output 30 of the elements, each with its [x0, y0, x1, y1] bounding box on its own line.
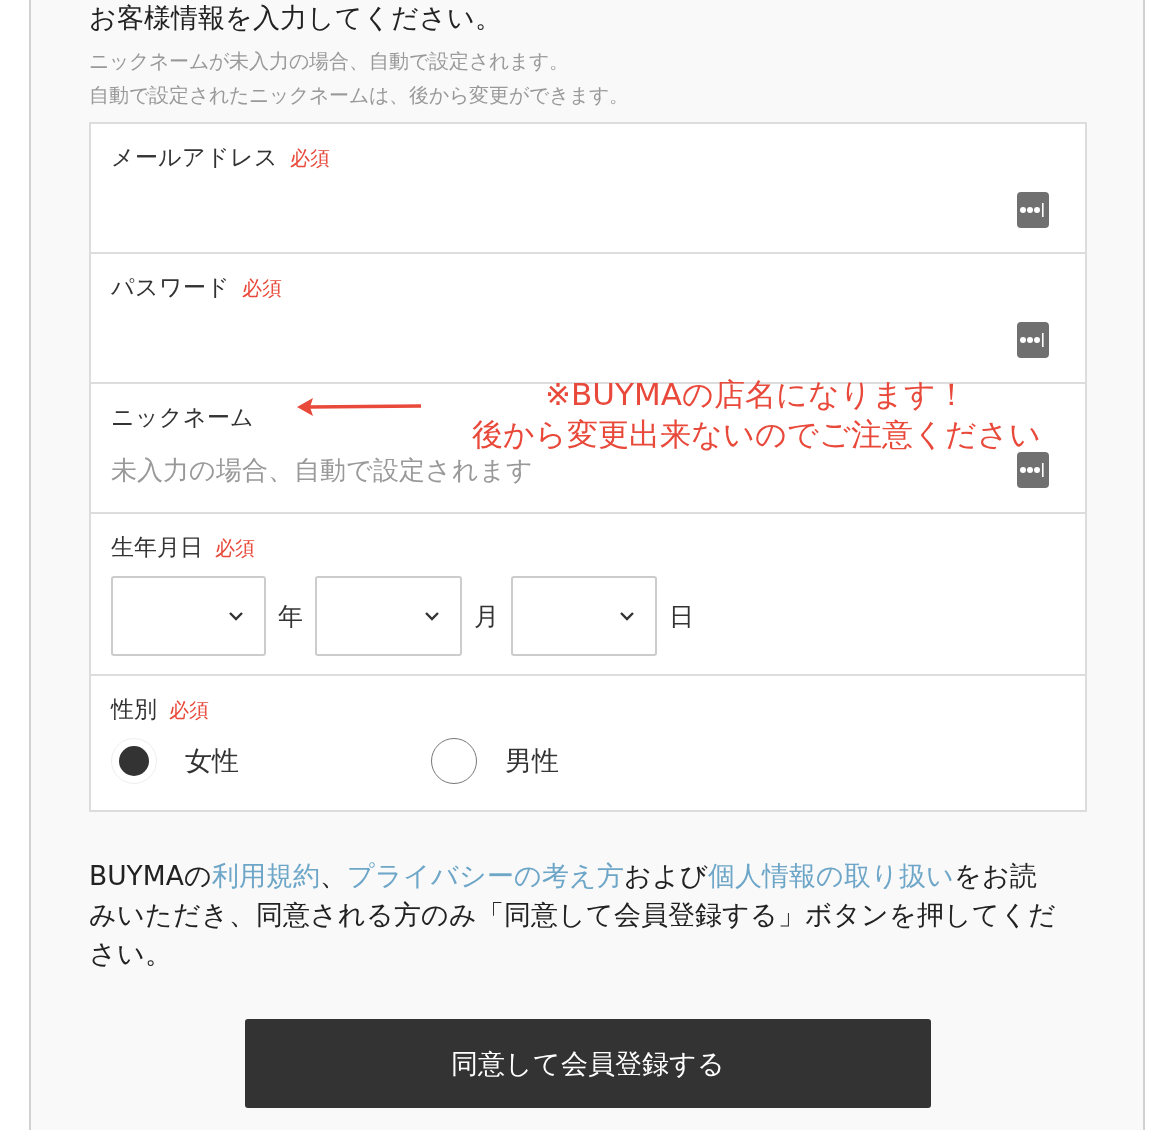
field-label: ニックネーム [111, 403, 254, 432]
date-unit-label: 年 [277, 600, 304, 633]
required-label: 必須 [242, 275, 282, 302]
register-button[interactable]: 同意して会員登録する [245, 1019, 931, 1108]
policy-link[interactable]: 個人情報の取り扱い [707, 860, 954, 891]
note-text: 自動で設定されたニックネームは、後から変更ができます。 [89, 82, 630, 109]
policy-link[interactable]: プライバシーの考え方 [346, 860, 624, 891]
password-manager-icon[interactable] [1017, 452, 1049, 488]
password-manager-icon[interactable] [1017, 322, 1049, 358]
radio-label: 女性 [185, 744, 239, 778]
chevron-down-icon [424, 611, 440, 621]
field-label: パスワード [111, 273, 230, 302]
chevron-down-icon [619, 611, 635, 621]
required-label: 必須 [169, 697, 209, 724]
policy-link[interactable]: 利用規約 [211, 860, 320, 891]
arrow-icon [295, 395, 423, 419]
date-unit-label: 日 [668, 600, 695, 633]
required-label: 必須 [215, 535, 255, 562]
radio-label: 男性 [505, 744, 559, 778]
field-label: 生年月日 [111, 533, 203, 562]
required-label: 必須 [290, 145, 330, 172]
chevron-down-icon [228, 611, 244, 621]
annotation-text: ※BUYMAの店名になります！ [545, 375, 967, 414]
date-unit-label: 月 [473, 600, 500, 633]
agreement-text: BUYMAの利用規約、プライバシーの考え方および個人情報の取り扱いをお読みいただき、同意される方のみ「同意して会員登録する」ボタンを押してください。 [89, 859, 1057, 971]
password-manager-icon[interactable] [1017, 192, 1049, 228]
note-text: ニックネームが未入力の場合、自動で設定されます。 [89, 48, 570, 75]
form-heading: お客様情報を入力してください。 [89, 1, 503, 35]
field-label: 性別 [111, 695, 157, 724]
field-label: メールアドレス [111, 143, 278, 172]
